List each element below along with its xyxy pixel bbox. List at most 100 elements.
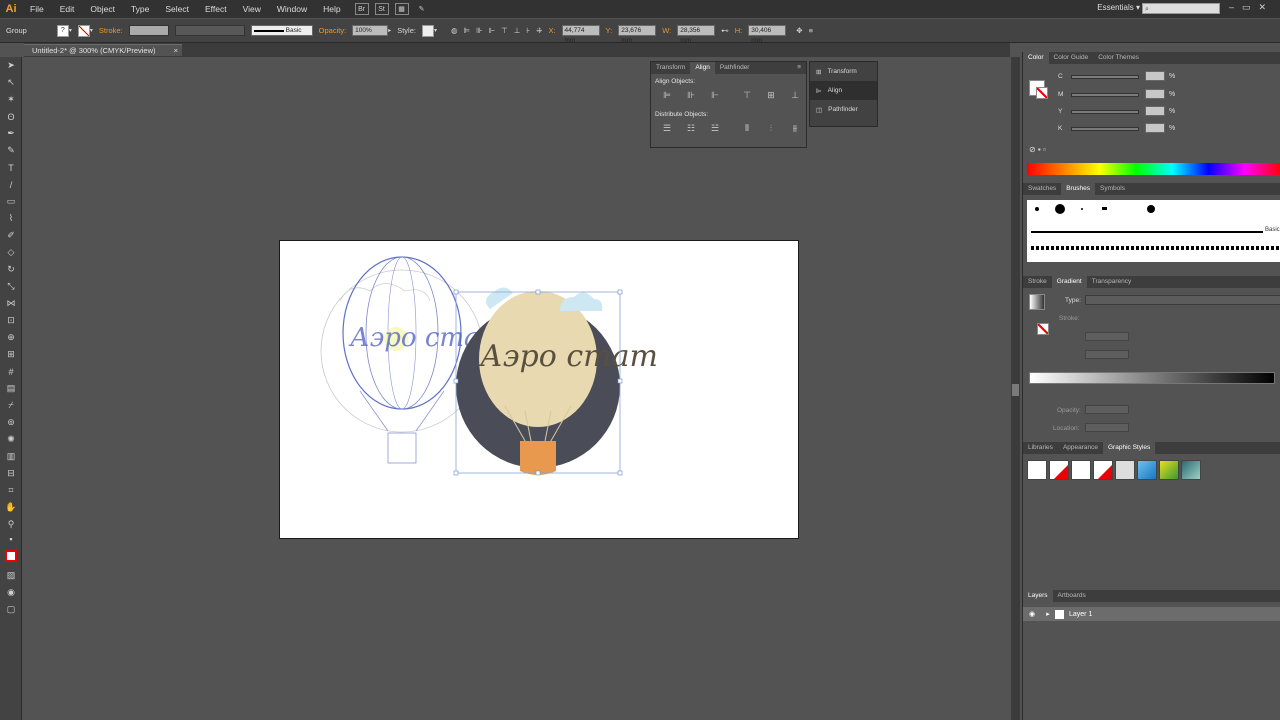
tab-swatches[interactable]: Swatches	[1023, 183, 1061, 195]
dock-align[interactable]: ⊫ Align	[810, 81, 877, 100]
menu-window[interactable]: Window	[269, 0, 315, 18]
gradient-preview-swatch[interactable]	[1029, 294, 1045, 310]
bridge-button[interactable]: Br	[354, 3, 369, 15]
tab-brushes[interactable]: Brushes	[1061, 183, 1096, 195]
m-value-field[interactable]	[1145, 89, 1165, 99]
menu-type[interactable]: Type	[123, 0, 157, 18]
tab-color-guide[interactable]: Color Guide	[1049, 52, 1094, 64]
brush-charcoal-stroke[interactable]	[1031, 246, 1280, 250]
line-tool-icon[interactable]: /	[0, 176, 22, 193]
tab-color[interactable]: Color	[1023, 52, 1049, 64]
y-field[interactable]: 23,676 mm	[618, 25, 657, 44]
variable-width-field[interactable]	[174, 25, 245, 36]
menu-view[interactable]: View	[235, 0, 269, 18]
tab-gradient[interactable]: Gradient	[1051, 276, 1087, 288]
c-slider[interactable]	[1071, 75, 1139, 79]
gradient-aspect-field[interactable]	[1085, 350, 1129, 359]
panel-menu-icon[interactable]: ≡	[792, 62, 806, 74]
expand-layer-icon[interactable]: ▸	[1041, 610, 1055, 618]
graphic-style-default[interactable]	[1027, 460, 1047, 480]
distribute-left-icon[interactable]: ⫴	[737, 122, 757, 134]
k-value-field[interactable]	[1145, 123, 1165, 133]
gradient-slider[interactable]	[1029, 372, 1275, 384]
shape-builder-tool-icon[interactable]: ⊕	[0, 329, 22, 346]
horizontal-align-right-icon[interactable]: ⊩	[705, 89, 725, 101]
fill-dropdown-icon[interactable]: ▾	[69, 27, 72, 34]
tab-layers[interactable]: Layers	[1023, 590, 1053, 602]
stroke-label[interactable]: Stroke:	[99, 26, 123, 35]
search-input[interactable]: ⌕	[1142, 3, 1220, 14]
arrange-documents-icon[interactable]: ▦	[394, 3, 409, 15]
curvature-tool-icon[interactable]: ✎	[0, 142, 22, 159]
gradient-type-dropdown[interactable]	[1085, 295, 1280, 305]
align-bottom-icon[interactable]: ⊦	[526, 26, 530, 35]
direct-selection-tool-icon[interactable]: ↖	[0, 74, 22, 91]
menu-file[interactable]: File	[22, 0, 52, 18]
stroke-dropdown-icon[interactable]: ▾	[90, 27, 93, 34]
workspace-switcher[interactable]: Essentials ▾	[1097, 3, 1140, 12]
c-value-field[interactable]	[1145, 71, 1165, 81]
color-mode-icon[interactable]: ▨	[0, 567, 22, 584]
screen-mode-icon[interactable]: ▢	[0, 601, 22, 618]
h-field[interactable]: 30,406 mm	[748, 25, 787, 44]
magic-wand-tool-icon[interactable]: ✶	[0, 91, 22, 108]
align-right-icon[interactable]: ⊩	[489, 26, 496, 35]
brush-basic-stroke[interactable]	[1031, 231, 1263, 233]
horizontal-align-left-icon[interactable]: ⊫	[657, 89, 677, 101]
tab-transform[interactable]: Transform	[651, 62, 690, 74]
brush-dot-tiny[interactable]	[1081, 208, 1083, 210]
distribute-bottom-icon[interactable]: ☱	[705, 122, 725, 134]
graphic-style-teal[interactable]	[1181, 460, 1201, 480]
w-field[interactable]: 28,356 mm	[677, 25, 716, 44]
eyedropper-tool-icon[interactable]: ⌿	[0, 397, 22, 414]
graphic-style-yellow[interactable]	[1159, 460, 1179, 480]
eraser-tool-icon[interactable]: ◇	[0, 244, 22, 261]
menu-help[interactable]: Help	[315, 0, 348, 18]
document-tab[interactable]: Untitled-2* @ 300% (CMYK/Preview) ×	[24, 44, 182, 56]
tab-appearance[interactable]: Appearance	[1058, 442, 1103, 454]
dock-transform[interactable]: ⊞ Transform	[810, 62, 877, 81]
pen-tool-icon[interactable]: ✒	[0, 125, 22, 142]
tab-artboards[interactable]: Artboards	[1053, 590, 1091, 602]
align-vcenter-icon[interactable]: ⊥	[514, 26, 521, 35]
stock-button[interactable]: St	[374, 3, 389, 15]
artwork-canvas[interactable]: Аэро стат Аэро стат	[280, 241, 800, 540]
tab-graphic-styles[interactable]: Graphic Styles	[1103, 442, 1156, 454]
vertical-align-center-icon[interactable]: ⊞	[761, 89, 781, 101]
gradient-stroke-swatch[interactable]	[1037, 323, 1049, 335]
graphic-style-shadow[interactable]	[1115, 460, 1135, 480]
stroke-color-swatch[interactable]	[1036, 87, 1048, 99]
m-slider[interactable]	[1071, 93, 1139, 97]
hand-tool-icon[interactable]: ✋	[0, 499, 22, 516]
menu-object[interactable]: Object	[82, 0, 123, 18]
artboard[interactable]: Аэро стат Аэро стат	[279, 240, 799, 539]
vertical-align-top-icon[interactable]: ⊤	[737, 89, 757, 101]
brush-dot-small[interactable]	[1035, 207, 1039, 211]
slice-tool-icon[interactable]: ⌗	[0, 482, 22, 499]
align-left-icon[interactable]: ⊫	[464, 26, 471, 35]
zoom-tool-icon[interactable]: ⚲	[0, 516, 22, 533]
tab-symbols[interactable]: Symbols	[1095, 183, 1130, 195]
distribute-vcenter-icon[interactable]: ☷	[681, 122, 701, 134]
width-tool-icon[interactable]: ⋈	[0, 295, 22, 312]
tab-libraries[interactable]: Libraries	[1023, 442, 1058, 454]
fill-swatch[interactable]: ?	[56, 24, 69, 37]
type-tool-icon[interactable]: T	[0, 159, 22, 176]
transform-reference-icon[interactable]: ⁜	[536, 26, 542, 35]
lasso-tool-icon[interactable]: ʘ	[0, 108, 22, 125]
align-hcenter-icon[interactable]: ⊪	[476, 26, 483, 35]
graphic-style-swatch[interactable]	[421, 24, 434, 37]
visibility-eye-icon[interactable]: ◉	[1023, 610, 1041, 618]
graphic-style-none[interactable]	[1049, 460, 1069, 480]
paintbrush-tool-icon[interactable]: ⌇	[0, 210, 22, 227]
blend-tool-icon[interactable]: ⊚	[0, 414, 22, 431]
fill-stroke-swatch-icon[interactable]	[0, 545, 22, 567]
graphic-style-stroke[interactable]	[1093, 460, 1113, 480]
tab-stroke[interactable]: Stroke	[1023, 276, 1052, 288]
tab-pathfinder[interactable]: Pathfinder	[715, 62, 755, 74]
distribute-hcenter-icon[interactable]: ⫶	[761, 122, 781, 134]
gradient-location-field[interactable]	[1085, 423, 1129, 432]
drawing-mode-icon[interactable]: ◉	[0, 584, 22, 601]
graphic-style-blue[interactable]	[1137, 460, 1157, 480]
isolate-icon[interactable]: ✥	[796, 26, 802, 35]
